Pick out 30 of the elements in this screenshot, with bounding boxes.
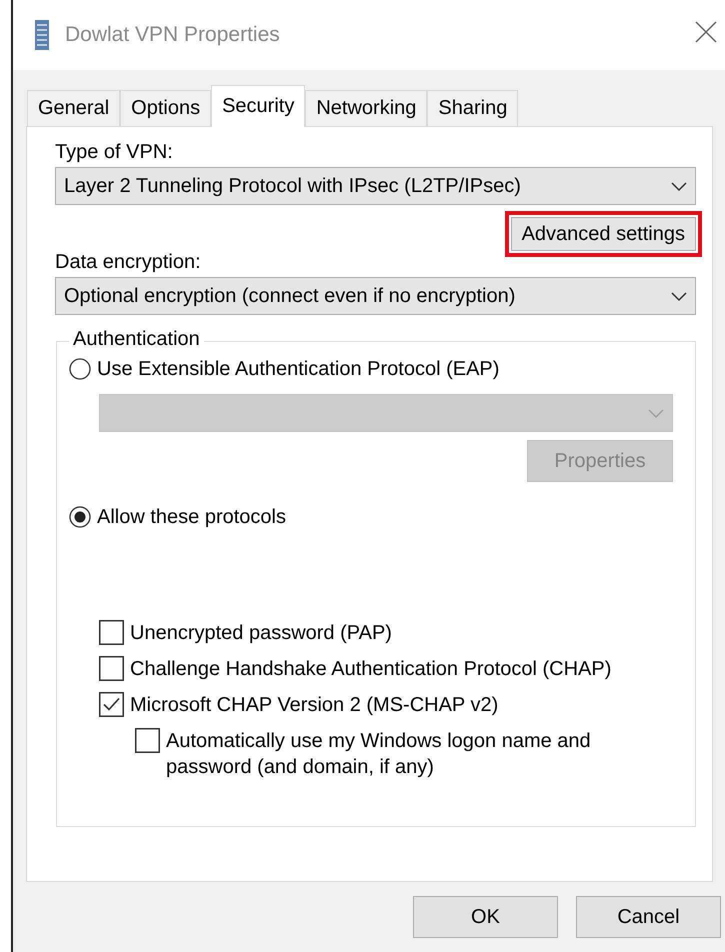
close-icon[interactable] — [695, 21, 717, 43]
tab[interactable]: Sharing — [427, 90, 518, 126]
checkbox[interactable] — [135, 728, 160, 753]
checkbox[interactable] — [99, 692, 124, 717]
field-label: Type of VPN: — [55, 141, 174, 165]
checkbox-label: Automatically use my Windows logon name and password (and domain, if any) — [166, 729, 592, 780]
advanced-settings-button[interactable]: Advanced settings — [510, 217, 696, 251]
tab[interactable]: General — [27, 90, 120, 126]
server-icon — [35, 20, 49, 50]
tab[interactable]: Security — [211, 85, 306, 127]
radio-button[interactable] — [69, 506, 91, 528]
dialog-button[interactable]: Cancel — [576, 896, 721, 938]
checkbox[interactable] — [99, 620, 124, 645]
checkbox-label: Challenge Handshake Authentication Protocol (CHAP) — [130, 657, 612, 682]
field-label: Data encryption: — [55, 251, 202, 275]
checkbox-label: Microsoft CHAP Version 2 (MS-CHAP v2) — [130, 693, 498, 718]
dialog-button[interactable]: OK — [413, 896, 558, 938]
chevron-down-icon — [648, 408, 664, 418]
tab[interactable]: Networking — [305, 90, 428, 126]
chevron-down-icon — [671, 292, 687, 302]
dropdown[interactable]: Layer 2 Tunneling Protocol with IPsec (L2TP/IPsec) — [55, 167, 696, 205]
radio-label: Use Extensible Authentication Protocol (EAP) — [97, 358, 500, 380]
tab[interactable]: Options — [120, 90, 212, 126]
radio-button[interactable] — [69, 358, 91, 380]
checkbox-label: Unencrypted password (PAP) — [130, 621, 392, 646]
radio-label: Allow these protocols — [97, 506, 286, 528]
dropdown[interactable]: Optional encryption (connect even if no encryption) — [55, 277, 696, 315]
chevron-down-icon — [671, 182, 687, 192]
checkbox[interactable] — [99, 656, 124, 681]
window-title: Dowlat VPN Properties — [65, 23, 281, 47]
